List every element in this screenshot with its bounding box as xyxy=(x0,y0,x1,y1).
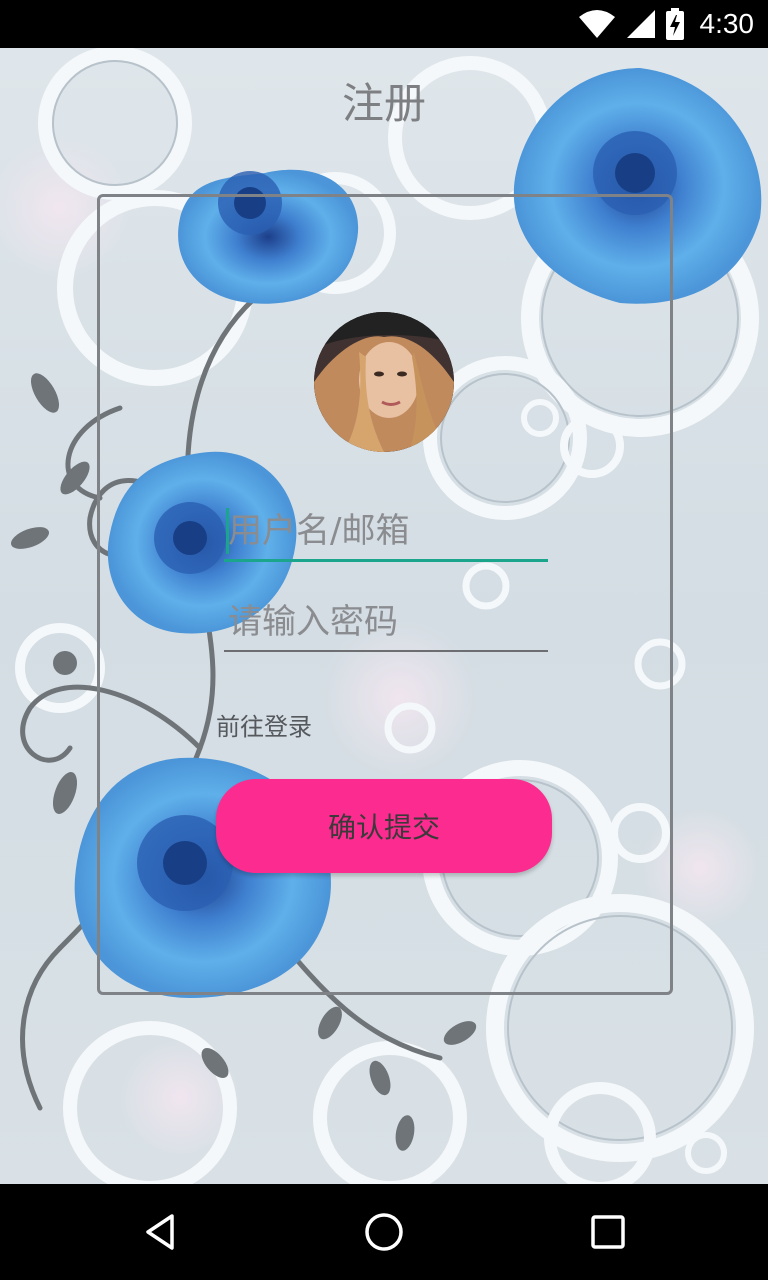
status-bar: 4:30 xyxy=(0,0,768,48)
navigation-bar xyxy=(0,1184,768,1280)
status-time: 4:30 xyxy=(699,8,755,39)
recents-button[interactable] xyxy=(548,1184,668,1280)
recents-icon xyxy=(591,1215,625,1249)
profile-avatar[interactable] xyxy=(314,312,454,452)
text-cursor xyxy=(226,508,229,554)
password-input[interactable] xyxy=(224,594,548,652)
home-button[interactable] xyxy=(324,1184,444,1280)
status-icons: 4:30 xyxy=(578,0,755,48)
go-to-login-link[interactable]: 前往登录 xyxy=(216,707,312,742)
page-title: 注册 xyxy=(341,79,426,128)
signal-icon xyxy=(626,10,655,38)
submit-button[interactable]: 确认提交 xyxy=(216,779,552,873)
register-screen: 4:30 注册 用户名/邮箱 前往登录 确认提交 xyxy=(0,0,768,1280)
battery-charging-icon xyxy=(665,8,684,40)
back-icon xyxy=(146,1214,174,1250)
wifi-icon xyxy=(578,10,615,39)
home-icon xyxy=(365,1213,403,1251)
back-button[interactable] xyxy=(100,1184,220,1280)
avatar-image xyxy=(314,312,454,452)
username-input[interactable] xyxy=(224,503,548,562)
